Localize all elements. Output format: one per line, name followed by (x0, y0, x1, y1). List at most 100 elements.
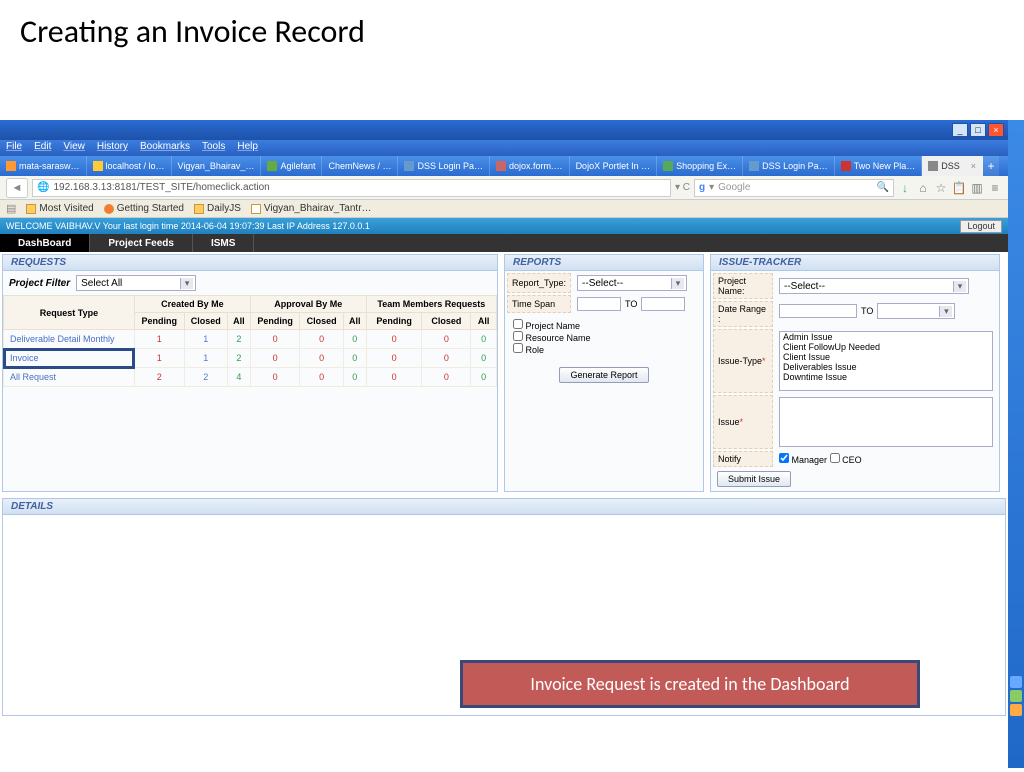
favicon-icon (496, 161, 506, 171)
date-from-input[interactable] (779, 304, 857, 318)
check-role[interactable] (513, 343, 523, 353)
panel-header: REPORTS (505, 255, 703, 271)
reports-panel: REPORTS Report_Type: --Select-- Time Spa… (504, 254, 704, 492)
address-bar: ◄ 🌐192.168.3.13:8181/TEST_SITE/homeclick… (0, 176, 1008, 200)
tray-icon[interactable] (1010, 704, 1022, 716)
tab-item[interactable]: DojoX Portlet In … (570, 156, 658, 176)
bookmark-item[interactable]: Getting Started (104, 203, 184, 214)
extension-icon[interactable]: ▥ (970, 181, 984, 195)
favicon-icon (404, 161, 414, 171)
report-type-select[interactable]: --Select-- (577, 275, 687, 291)
date-to-input[interactable] (641, 297, 685, 311)
close-tab-icon[interactable]: × (971, 161, 976, 171)
project-name-select[interactable]: --Select-- (779, 278, 969, 294)
favicon-icon (749, 161, 759, 171)
project-filter-select[interactable]: Select All (76, 275, 196, 291)
filter-label: Project Filter (9, 278, 70, 289)
maximize-button[interactable]: □ (970, 123, 986, 137)
list-item: Downtime Issue (780, 372, 992, 382)
panel-header: REQUESTS (3, 255, 497, 271)
folder-icon (26, 204, 36, 214)
col-group: Team Members Requests (366, 296, 496, 313)
tab-item[interactable]: Two New Pla… (835, 156, 923, 176)
check-ceo[interactable] (830, 453, 840, 463)
tab-item[interactable]: Agilefant (261, 156, 322, 176)
xp-taskbar-side (1008, 120, 1024, 768)
tray-icon[interactable] (1010, 690, 1022, 702)
new-tab-button[interactable]: + (983, 156, 999, 176)
menu-history[interactable]: History (97, 141, 128, 155)
dashboard-content: REQUESTS Project Filter Select All Reque… (0, 252, 1008, 494)
date-from-input[interactable] (577, 297, 621, 311)
issue-type-list[interactable]: Admin Issue Client FollowUp Needed Clien… (779, 331, 993, 391)
logout-button[interactable]: Logout (960, 220, 1002, 233)
table-row[interactable]: Deliverable Detail Monthly 112 000 000 (4, 330, 497, 349)
search-icon[interactable]: 🔍 (877, 182, 889, 193)
bookmark-item[interactable]: Most Visited (26, 203, 93, 214)
menu-help[interactable]: Help (237, 141, 258, 155)
back-button[interactable]: ◄ (6, 178, 28, 198)
close-button[interactable]: × (988, 123, 1004, 137)
bookmark-icon[interactable]: ☆ (934, 181, 948, 195)
tab-item[interactable]: dojox.form.… (490, 156, 570, 176)
download-icon[interactable]: ↓ (898, 181, 912, 195)
submit-issue-button[interactable]: Submit Issue (717, 471, 791, 487)
issue-textarea[interactable] (779, 397, 993, 447)
menu-file[interactable]: File (6, 141, 22, 155)
search-input[interactable]: g▾ Google🔍 (694, 179, 894, 197)
generate-report-button[interactable]: Generate Report (559, 367, 648, 383)
tab-item[interactable]: mata-sarasw… (0, 156, 87, 176)
google-icon: g (699, 182, 705, 193)
table-row-invoice[interactable]: Invoice 112 000 000 (4, 349, 497, 368)
tray-icon[interactable] (1010, 676, 1022, 688)
issue-label: Issue* (713, 395, 773, 449)
col-request-type: Request Type (4, 296, 135, 330)
list-item: Deliverables Issue (780, 362, 992, 372)
tab-item[interactable]: ChemNews / … (322, 156, 398, 176)
favicon-icon (267, 161, 277, 171)
welcome-text: WELCOME VAIBHAV.V Your last login time 2… (6, 221, 370, 231)
date-to-input[interactable] (877, 303, 955, 319)
menu-edit[interactable]: Edit (34, 141, 51, 155)
home-icon[interactable]: ⌂ (916, 181, 930, 195)
tab-item-active[interactable]: DSS× (922, 156, 983, 176)
issue-tracker-panel: ISSUE-TRACKER Project Name: --Select-- D… (710, 254, 1000, 492)
menu-icon[interactable]: ≡ (988, 181, 1002, 195)
menu-icon[interactable]: ▤ (6, 202, 16, 215)
slide-title: Creating an Invoice Record (0, 0, 1024, 71)
notify-label: Notify (713, 451, 773, 467)
panel-header: ISSUE-TRACKER (711, 255, 999, 271)
menu-tools[interactable]: Tools (202, 141, 225, 155)
time-span-label: Time Span (507, 295, 571, 313)
issue-type-label: Issue-Type* (713, 329, 773, 393)
clipboard-icon[interactable]: 📋 (952, 181, 966, 195)
project-name-label: Project Name: (713, 273, 773, 299)
bookmark-item[interactable]: DailyJS (194, 203, 241, 214)
list-item: Client Issue (780, 352, 992, 362)
nav-dashboard[interactable]: DashBoard (0, 234, 90, 252)
requests-table: Request Type Created By Me Approval By M… (3, 295, 497, 387)
tab-item[interactable]: DSS Login Pa… (398, 156, 490, 176)
url-input[interactable]: 🌐192.168.3.13:8181/TEST_SITE/homeclick.a… (32, 179, 671, 197)
check-project-name[interactable] (513, 319, 523, 329)
nav-isms[interactable]: ISMS (193, 234, 254, 252)
check-manager[interactable] (779, 453, 789, 463)
requests-panel: REQUESTS Project Filter Select All Reque… (2, 254, 498, 492)
report-type-label: Report_Type: (507, 273, 571, 293)
nav-project-feeds[interactable]: Project Feeds (90, 234, 193, 252)
page-icon (251, 204, 261, 214)
table-row[interactable]: All Request 224 000 000 (4, 368, 497, 387)
tab-item[interactable]: DSS Login Pa… (743, 156, 835, 176)
menu-bookmarks[interactable]: Bookmarks (140, 141, 190, 155)
tab-item[interactable]: Shopping Ex… (657, 156, 743, 176)
tab-item[interactable]: Vigyan_Bhairav_… (172, 156, 262, 176)
tab-item[interactable]: localhost / lo… (87, 156, 172, 176)
bookmark-item[interactable]: Vigyan_Bhairav_Tantr… (251, 203, 372, 214)
check-resource-name[interactable] (513, 331, 523, 341)
favicon-icon (841, 161, 851, 171)
browser-tabs: mata-sarasw… localhost / lo… Vigyan_Bhai… (0, 156, 1008, 176)
window-titlebar: _ □ × (0, 120, 1008, 140)
menu-view[interactable]: View (63, 141, 85, 155)
minimize-button[interactable]: _ (952, 123, 968, 137)
col-group: Approval By Me (250, 296, 366, 313)
